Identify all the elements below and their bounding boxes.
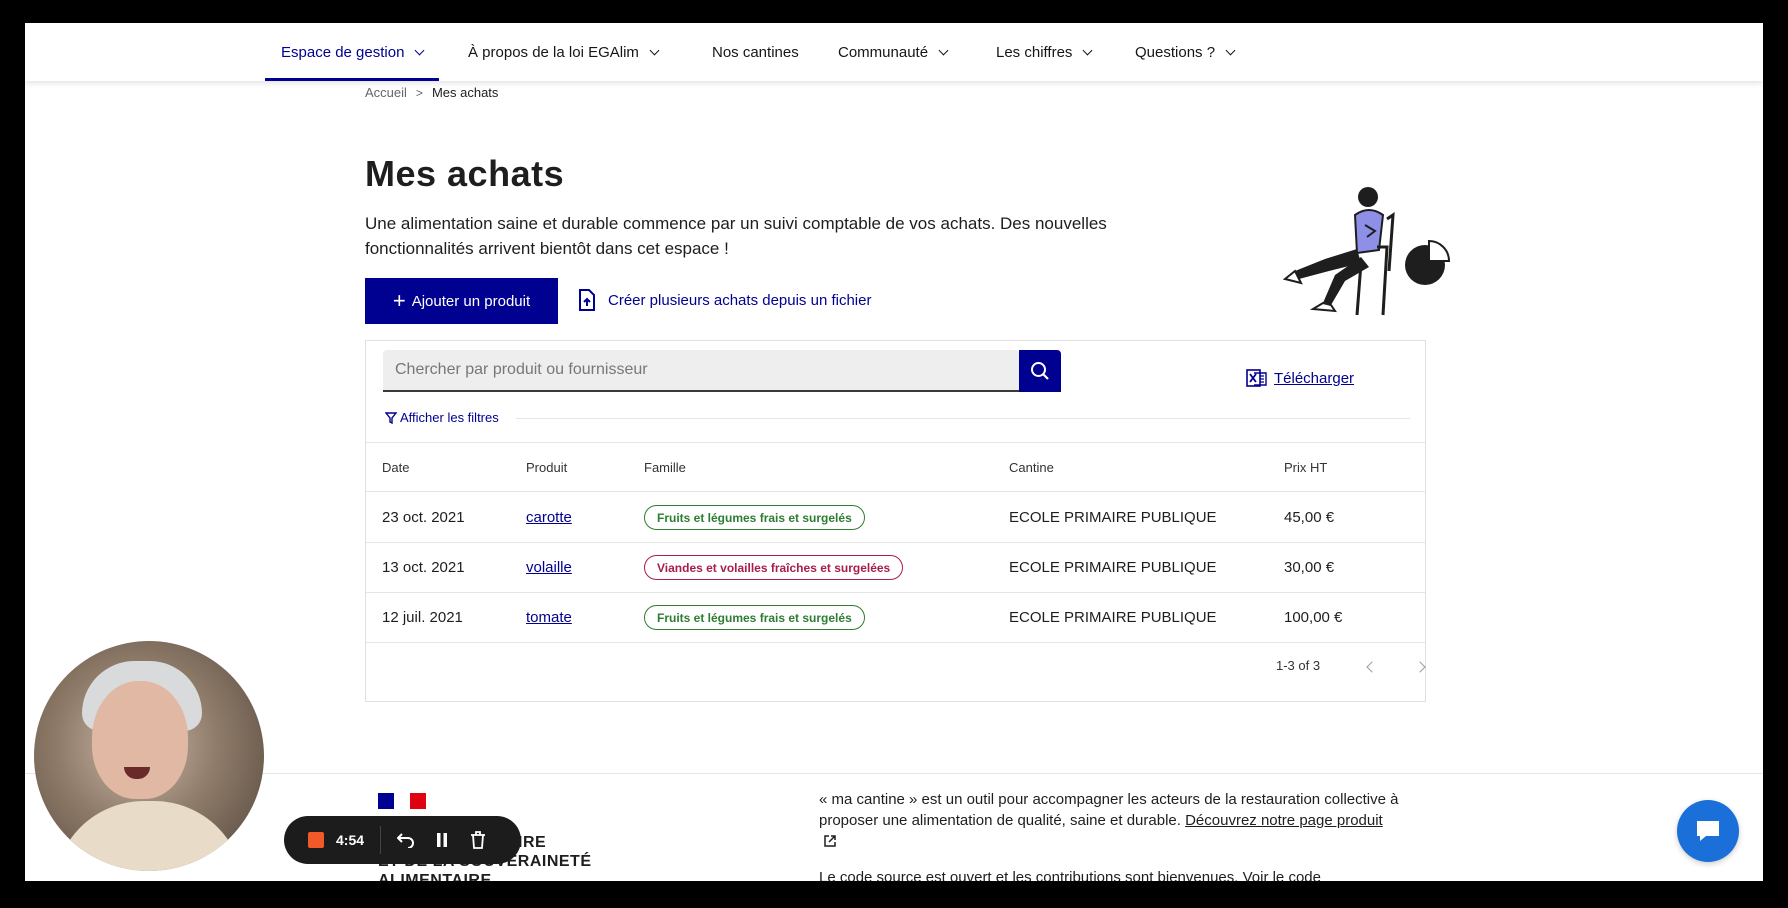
external-link-icon [824,835,836,847]
webcam-person-body [54,801,244,871]
search-field [383,350,1019,392]
nav-label: Nos cantines [712,43,799,61]
breadcrumb: Accueil > Mes achats [365,85,498,100]
cell-price: 45,00 € [1284,509,1335,526]
nav-nos-cantines[interactable]: Nos cantines [712,23,799,81]
page-intro: Une alimentation saine et durable commen… [365,214,1107,258]
nav-les-chiffres[interactable]: Les chiffres [996,23,1093,81]
recording-time: 4:54 [336,832,365,848]
breadcrumb-current: Mes achats [431,85,499,100]
cell-date: 23 oct. 2021 [382,509,465,526]
purchases-table-card: Télécharger Afficher les filtres Date Pr… [365,340,1426,702]
chevron-right-icon: > [415,85,423,100]
plus-icon: + [392,288,406,313]
trash-icon[interactable] [467,829,489,851]
cell-canteen: ECOLE PRIMAIRE PUBLIQUE [1009,559,1217,576]
cell-price: 30,00 € [1284,559,1335,576]
search-button[interactable] [1019,350,1061,392]
family-badge: Viandes et volailles fraîches et surgelé… [644,555,904,580]
french-flag-logo [378,793,426,809]
nav-a-propos-egalim[interactable]: À propos de la loi EGAlim [468,23,660,81]
cell-date: 13 oct. 2021 [382,559,465,576]
column-header-price: Prix HT [1284,460,1328,475]
search-input[interactable] [395,361,1019,379]
app-screen: Espace de gestion À propos de la loi EGA… [25,23,1763,881]
nav-communaute[interactable]: Communauté [838,23,949,81]
column-header-product: Produit [526,460,568,475]
cell-product-link[interactable]: carotte [526,509,572,526]
chat-icon [1697,821,1719,841]
column-header-family: Famille [644,460,686,475]
download-label: Télécharger [1274,369,1355,387]
breadcrumb-home-link[interactable]: Accueil [365,85,407,100]
nav-label: Espace de gestion [281,43,405,61]
cell-canteen: ECOLE PRIMAIRE PUBLIQUE [1009,609,1217,626]
excel-file-icon [1246,369,1267,387]
webcam-overlay [34,641,264,871]
cell-date: 12 juil. 2021 [382,609,463,626]
download-link[interactable]: Télécharger [1246,367,1354,389]
bulk-import-label: Créer plusieurs achats depuis un fichier [608,291,872,309]
pagination-info: 1-3 of 3 [1276,658,1321,673]
footer-divider [25,773,1763,774]
table-row[interactable]: 13 oct. 2021 volaille Viandes et volaill… [366,543,1425,593]
table-header: Date Produit Famille Cantine Prix HT [366,442,1425,492]
chevron-down-icon [938,45,949,55]
pagination: 1-3 of 3 [366,643,1426,693]
table-row[interactable]: 12 juil. 2021 tomate Fruits et légumes f… [366,593,1425,643]
search-icon [1031,362,1049,380]
divider [380,826,382,854]
webcam-person-face [92,681,188,799]
nav-espace-de-gestion[interactable]: Espace de gestion [264,23,440,81]
ministry-line: ALIMENTAIRE [378,872,492,881]
main-navigation: Espace de gestion À propos de la loi EGA… [25,23,1763,81]
nav-label: Communauté [838,43,929,61]
family-badge: Fruits et légumes frais et surgelés [644,505,865,530]
bulk-import-link[interactable]: Créer plusieurs achats depuis un fichier [578,289,871,311]
nav-label: Les chiffres [996,43,1073,61]
chevron-left-icon[interactable] [1366,661,1378,673]
column-header-canteen: Cantine [1009,460,1054,475]
filter-icon [385,411,397,424]
add-product-button[interactable]: + Ajouter un produit [365,278,558,324]
cell-product-link[interactable]: volaille [526,559,572,576]
pause-icon[interactable] [431,829,453,851]
chevron-down-icon [414,45,425,55]
person-reading-chart-illustration [1282,187,1451,316]
cell-product-link[interactable]: tomate [526,609,572,626]
screen-recorder-controls: 4:54 [284,816,521,864]
cell-price: 100,00 € [1284,609,1343,626]
page-title: Mes achats [365,153,565,194]
nav-label: À propos de la loi EGAlim [468,43,639,61]
cell-canteen: ECOLE PRIMAIRE PUBLIQUE [1009,509,1217,526]
family-badge: Fruits et légumes frais et surgelés [644,605,865,630]
file-upload-icon [579,289,595,311]
chevron-right-icon[interactable] [1414,661,1426,673]
show-filters-label: Afficher les filtres [400,410,499,425]
divider [516,418,1410,419]
nav-label: Questions ? [1135,43,1216,61]
chat-button[interactable] [1677,800,1739,862]
chevron-down-icon [1225,45,1236,55]
chevron-down-icon [649,45,660,55]
undo-icon[interactable] [395,829,417,851]
nav-questions[interactable]: Questions ? [1135,23,1236,81]
chevron-down-icon [1082,45,1093,55]
footer-description: « ma cantine » est un outil pour accompa… [819,789,1399,852]
show-filters-toggle[interactable]: Afficher les filtres [385,410,499,425]
table-row[interactable]: 23 oct. 2021 carotte Fruits et légumes f… [366,493,1425,543]
add-product-label: Ajouter un produit [411,292,531,310]
column-header-date: Date [382,460,410,475]
stop-recording-button[interactable] [308,832,324,848]
footer-source-code-text: Le code source est ouvert et les contrib… [819,869,1321,881]
